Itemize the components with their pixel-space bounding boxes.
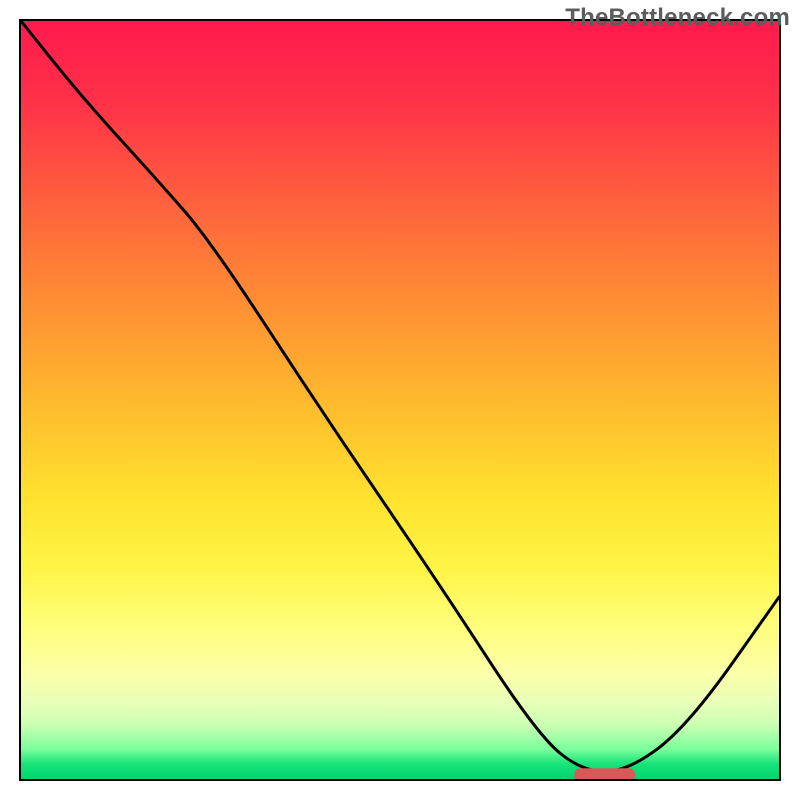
optimal-range-marker — [574, 768, 635, 779]
bottleneck-curve-line — [21, 21, 779, 771]
watermark-text: TheBottleneck.com — [565, 4, 790, 32]
chart-svg — [21, 21, 779, 779]
chart-container: TheBottleneck.com — [0, 0, 800, 800]
plot-area — [19, 19, 781, 781]
